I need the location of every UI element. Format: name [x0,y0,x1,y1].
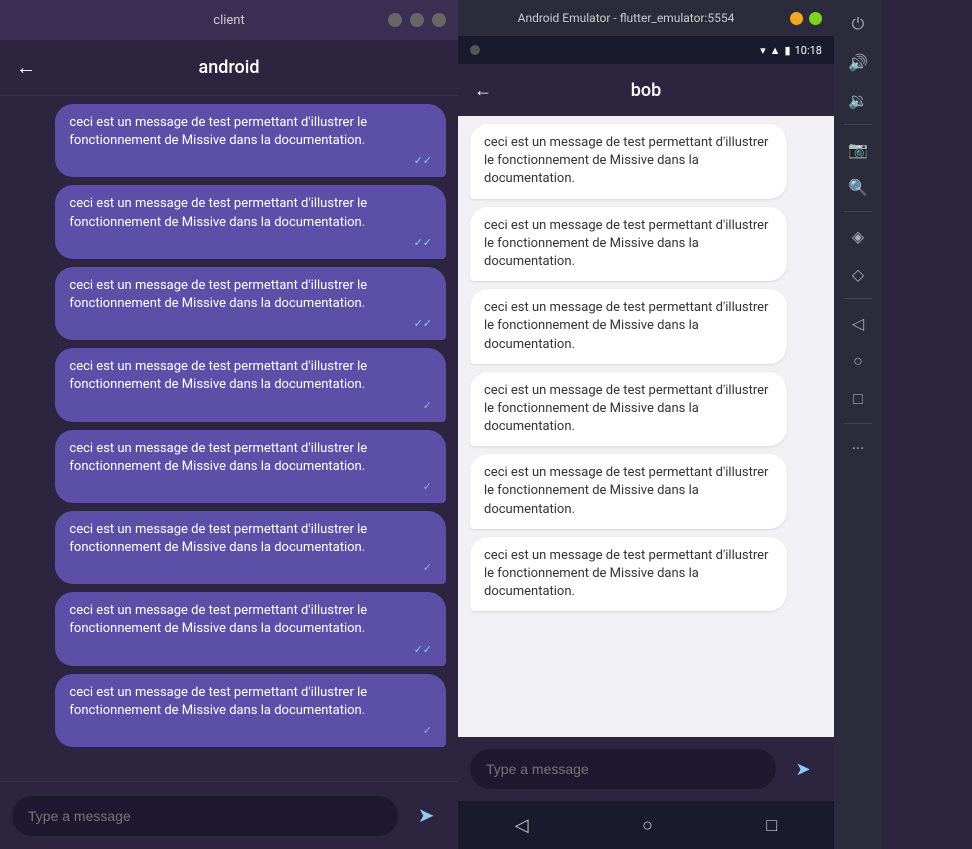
emulator-zoom-button[interactable]: 🔍 [842,171,874,203]
android-back-button[interactable]: ← [474,80,492,101]
left-msg-tick-0: ✓✓ [69,154,432,167]
emulator-window: Android Emulator - flutter_emulator:5554… [458,0,834,849]
right-msg-text-1: ceci est un message de test permettant d… [484,217,773,272]
win-minimize-btn[interactable] [388,13,402,27]
emulator-volume-up-button[interactable]: 🔊 [842,46,874,78]
left-msg-tick-2: ✓✓ [69,317,432,330]
left-messages-container: ceci est un message de test permettant d… [0,96,458,781]
window-controls [388,13,446,27]
sidebar-separator-4 [844,423,872,424]
status-time: 10:18 [795,44,822,57]
right-message-1: ceci est un message de test permettant d… [470,207,787,282]
right-message-3: ceci est un message de test permettant d… [470,372,787,447]
left-window-title: client [213,13,244,28]
signal-icon: ▲ [770,44,781,57]
left-msg-tick-1: ✓✓ [69,236,432,249]
right-msg-text-0: ceci est un message de test permettant d… [484,134,773,189]
win-close-btn[interactable] [432,13,446,27]
android-nav-bar: ◁ ○ □ [458,801,834,849]
left-msg-tick-3: ✓ [69,399,432,412]
phone-screen: ▾ ▲ ▮ 10:18 ← bob ceci est un message de… [458,36,834,849]
win-maximize-btn[interactable] [410,13,424,27]
emulator-power-button[interactable]: ⏻ [842,8,874,40]
right-panel: Android Emulator - flutter_emulator:5554… [458,0,882,849]
left-titlebar: client [0,0,458,40]
emulator-screenshot-button[interactable]: 📷 [842,133,874,165]
sidebar-separator-3 [844,298,872,299]
right-message-2: ceci est un message de test permettant d… [470,289,787,364]
battery-icon: ▮ [785,44,791,57]
emulator-minimize-btn[interactable] [790,12,803,25]
emulator-win-controls [790,12,822,25]
left-message-2: ceci est un message de test permettant d… [55,267,446,340]
android-messages-container: ceci est un message de test permettant d… [458,116,834,737]
left-msg-text-3: ceci est un message de test permettant d… [69,358,432,394]
left-message-1: ceci est un message de test permettant d… [55,185,446,258]
right-message-5: ceci est un message de test permettant d… [470,537,787,612]
left-input-area: ➤ [0,781,458,849]
left-panel: client ← android ceci est un message de … [0,0,458,849]
android-input-area: ➤ [458,737,834,801]
left-message-5: ceci est un message de test permettant d… [55,511,446,584]
android-home-nav[interactable]: ○ [642,815,653,836]
emulator-square-button[interactable]: □ [842,383,874,415]
emulator-rotate-button[interactable]: ◁ [842,307,874,339]
emulator-volume-down-button[interactable]: 🔉 [842,84,874,116]
left-message-input[interactable] [12,796,398,836]
emulator-tag-button[interactable]: ◈ [842,220,874,252]
right-msg-text-2: ceci est un message de test permettant d… [484,299,773,354]
left-msg-text-6: ceci est un message de test permettant d… [69,602,432,638]
status-dot [470,45,480,55]
android-status-bar: ▾ ▲ ▮ 10:18 [458,36,834,64]
right-message-4: ceci est un message de test permettant d… [470,454,787,529]
left-msg-tick-7: ✓ [69,724,432,737]
left-msg-tick-6: ✓✓ [69,643,432,656]
left-message-6: ceci est un message de test permettant d… [55,592,446,665]
android-send-button[interactable]: ➤ [784,750,822,788]
left-msg-text-5: ceci est un message de test permettant d… [69,521,432,557]
left-chat-title: android [52,57,406,78]
emulator-erase-button[interactable]: ◇ [842,258,874,290]
left-message-0: ceci est un message de test permettant d… [55,104,446,177]
left-msg-tick-5: ✓ [69,561,432,574]
emulator-more-button[interactable]: ··· [842,432,874,464]
emulator-circle-button[interactable]: ○ [842,345,874,377]
wifi-icon: ▾ [760,44,766,57]
emulator-sidebar: ⏻ 🔊 🔉 📷 🔍 ◈ ◇ ◁ ○ □ ··· [834,0,882,849]
android-back-nav[interactable]: ◁ [515,815,529,836]
right-message-0: ceci est un message de test permettant d… [470,124,787,199]
left-message-4: ceci est un message de test permettant d… [55,430,446,503]
emulator-maximize-btn[interactable] [809,12,822,25]
right-msg-text-4: ceci est un message de test permettant d… [484,464,773,519]
right-msg-text-3: ceci est un message de test permettant d… [484,382,773,437]
emulator-title: Android Emulator - flutter_emulator:5554 [470,11,782,25]
left-msg-text-7: ceci est un message de test permettant d… [69,684,432,720]
right-msg-text-5: ceci est un message de test permettant d… [484,547,773,602]
sidebar-separator-1 [844,124,872,125]
left-msg-text-1: ceci est un message de test permettant d… [69,195,432,231]
status-right: ▾ ▲ ▮ 10:18 [760,44,822,57]
android-chat-title: bob [504,80,788,101]
left-chat-header: ← android [0,40,458,96]
left-msg-tick-4: ✓ [69,480,432,493]
left-back-button[interactable]: ← [16,55,36,80]
android-message-input[interactable] [470,749,776,789]
left-message-7: ceci est un message de test permettant d… [55,674,446,747]
android-recents-nav[interactable]: □ [766,815,777,836]
sidebar-separator-2 [844,211,872,212]
left-send-button[interactable]: ➤ [406,796,446,836]
left-msg-text-0: ceci est un message de test permettant d… [69,114,432,150]
left-msg-text-4: ceci est un message de test permettant d… [69,440,432,476]
left-msg-text-2: ceci est un message de test permettant d… [69,277,432,313]
left-message-3: ceci est un message de test permettant d… [55,348,446,421]
android-chat-header: ← bob [458,64,834,116]
emulator-titlebar: Android Emulator - flutter_emulator:5554 [458,0,834,36]
